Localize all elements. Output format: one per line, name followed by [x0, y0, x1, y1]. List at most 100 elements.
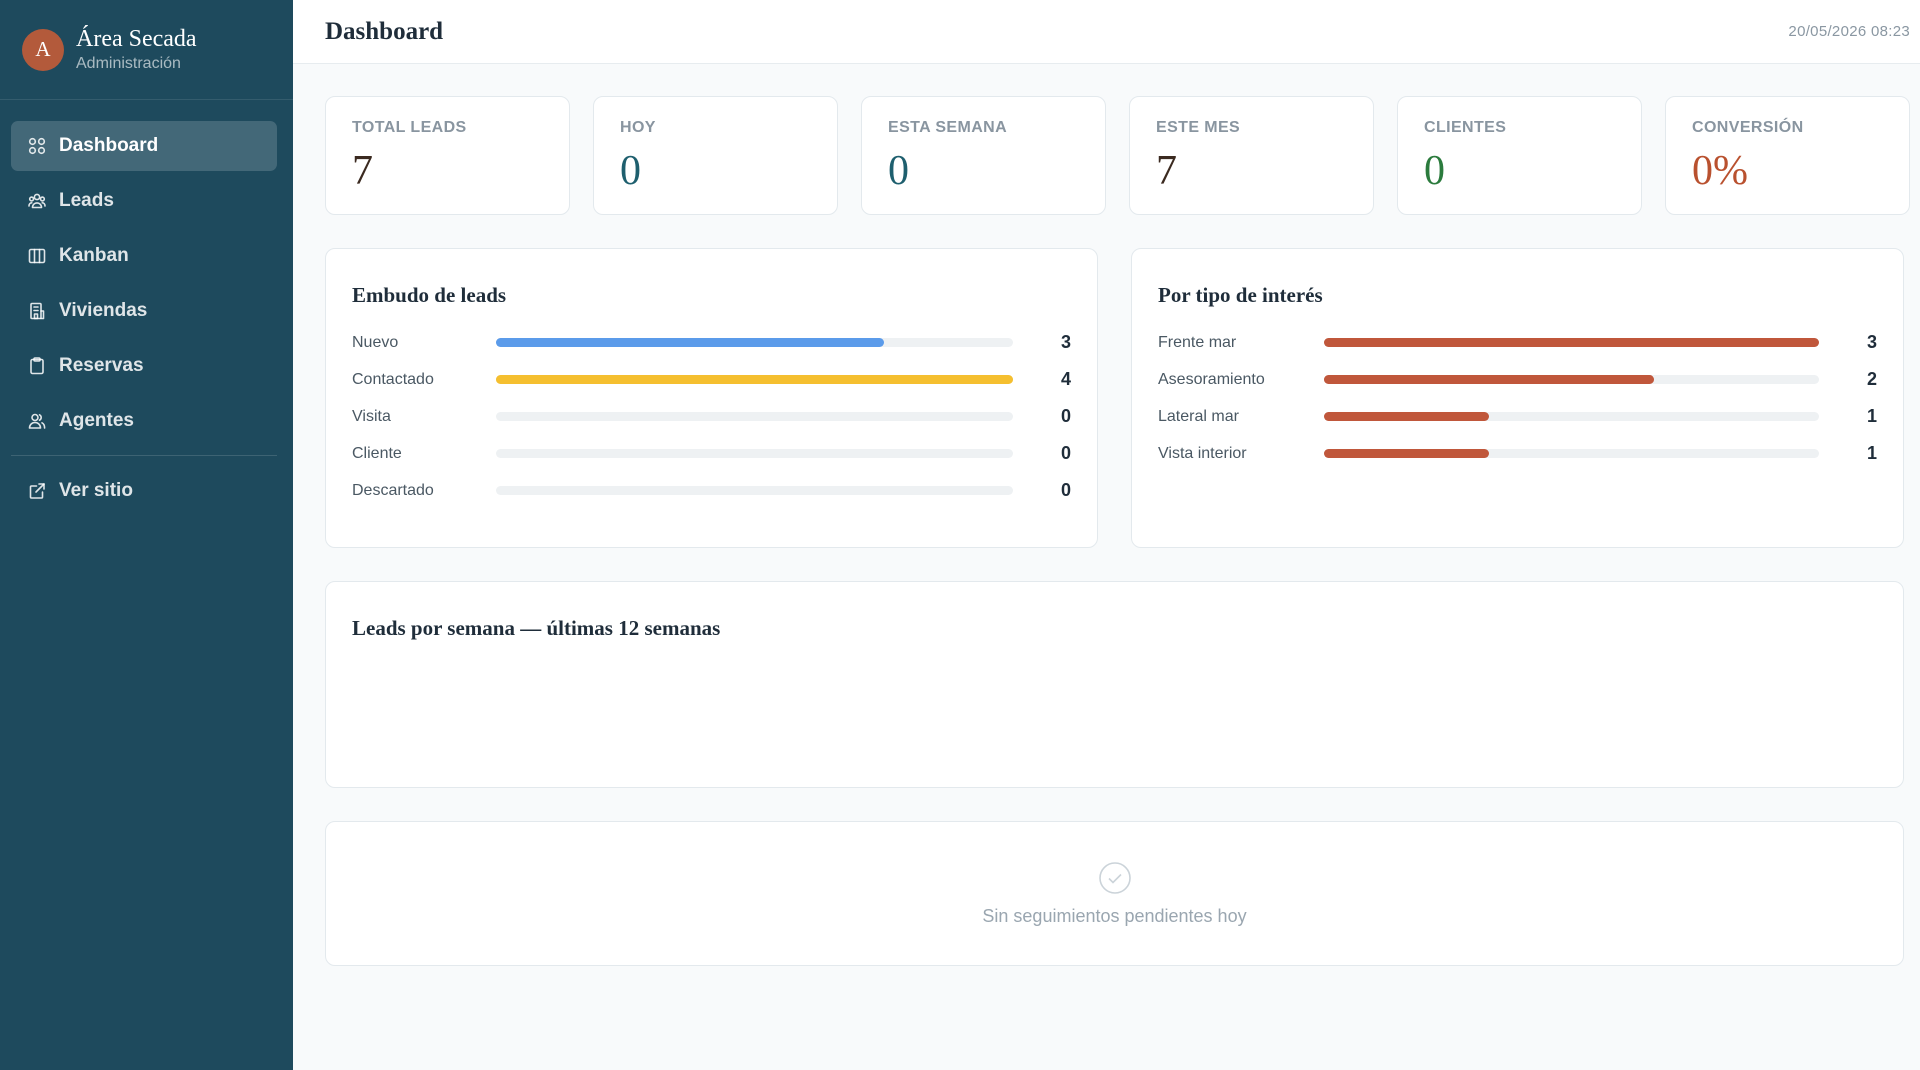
- funnel-title: Embudo de leads: [352, 283, 507, 307]
- building-icon: [27, 301, 47, 321]
- sidebar-item-kanban[interactable]: Kanban: [11, 231, 277, 281]
- bar-label: Contactado: [352, 370, 434, 388]
- brand-subtitle: Administración: [76, 55, 181, 72]
- funnel-row: Nuevo 3: [352, 324, 1071, 361]
- bar-label: Frente mar: [1158, 333, 1237, 351]
- brand-name: Área Secada: [76, 26, 197, 52]
- bar-track: [496, 412, 1013, 421]
- sidebar-item-label: Kanban: [59, 245, 129, 266]
- interest-row: Frente mar 3: [1158, 324, 1877, 361]
- sidebar-item-reservas[interactable]: Reservas: [11, 341, 277, 391]
- bar-fill: [496, 338, 884, 347]
- bar-track: [1324, 375, 1819, 384]
- bar-count: 4: [1060, 369, 1071, 389]
- check-circle-icon: [1097, 860, 1133, 896]
- bar-fill: [496, 375, 1013, 384]
- stat-label: ESTE MES: [1156, 119, 1241, 136]
- stat-value: 7: [1156, 148, 1177, 194]
- sidebar: A Área Secada Administración Dashboard L…: [0, 0, 293, 1070]
- bar-track: [1324, 338, 1819, 347]
- sidebar-item-leads[interactable]: Leads: [11, 176, 277, 226]
- stat-card-conversion: CONVERSIÓN 0%: [1665, 96, 1910, 215]
- stat-label: ESTA SEMANA: [888, 119, 1008, 136]
- interest-title: Por tipo de interés: [1158, 283, 1323, 307]
- bar-count: 0: [1060, 443, 1071, 463]
- followups-panel: Sin seguimientos pendientes hoy: [325, 821, 1904, 966]
- sidebar-item-label: Agentes: [59, 410, 134, 431]
- interest-row: Asesoramiento 2: [1158, 361, 1877, 398]
- stat-label: CLIENTES: [1424, 119, 1507, 136]
- avatar: A: [22, 28, 64, 71]
- bar-label: Asesoramiento: [1158, 370, 1265, 388]
- user-group-icon: [27, 411, 47, 431]
- dashboard-content: TOTAL LEADS 7 HOY 0 ESTA SEMANA 0 ESTE M…: [293, 64, 1920, 966]
- main-area: Dashboard 20/05/2026 08:23 TOTAL LEADS 7…: [293, 0, 1920, 1070]
- bar-fill: [1324, 338, 1819, 347]
- bar-fill: [1324, 375, 1654, 384]
- stat-value: 0: [888, 148, 909, 194]
- interest-row: Vista interior 1: [1158, 435, 1877, 472]
- bar-fill: [1324, 449, 1489, 458]
- topbar: Dashboard 20/05/2026 08:23: [293, 0, 1920, 64]
- sidebar-item-label: Reservas: [59, 355, 144, 376]
- stat-label: TOTAL LEADS: [352, 119, 467, 136]
- stats-row: TOTAL LEADS 7 HOY 0 ESTA SEMANA 0 ESTE M…: [325, 96, 1910, 215]
- page-title: Dashboard: [325, 17, 444, 45]
- sidebar-nav: Dashboard Leads Kanban Viviendas Reserva…: [0, 100, 293, 521]
- app-root: A Área Secada Administración Dashboard L…: [0, 0, 1920, 1070]
- current-datetime: 20/05/2026 08:23: [1788, 23, 1910, 40]
- bar-count: 0: [1060, 406, 1071, 426]
- users-icon: [27, 191, 47, 211]
- interest-row: Lateral mar 1: [1158, 398, 1877, 435]
- funnel-row: Descartado 0: [352, 472, 1071, 509]
- brand: A Área Secada Administración: [0, 0, 293, 100]
- stat-value: 7: [352, 148, 373, 194]
- weekly-title: Leads por semana — últimas 12 semanas: [352, 616, 721, 640]
- bar-label: Vista interior: [1158, 444, 1247, 462]
- sidebar-item-label: Viviendas: [59, 300, 148, 321]
- bar-count: 3: [1060, 332, 1071, 352]
- bar-count: 2: [1866, 369, 1877, 389]
- sidebar-item-label: Leads: [59, 190, 114, 211]
- funnel-panel: Embudo de leads Nuevo 3 Contactado 4 Vis…: [325, 248, 1098, 548]
- funnel-row: Cliente 0: [352, 435, 1071, 472]
- stat-label: CONVERSIÓN: [1692, 119, 1804, 136]
- bar-label: Descartado: [352, 481, 434, 499]
- sidebar-item-viviendas[interactable]: Viviendas: [11, 286, 277, 336]
- bar-track: [496, 486, 1013, 495]
- external-link-icon: [27, 481, 47, 501]
- funnel-row: Contactado 4: [352, 361, 1071, 398]
- sidebar-item-label: Dashboard: [59, 135, 159, 156]
- bar-label: Visita: [352, 407, 391, 425]
- stat-card-clientes: CLIENTES 0: [1397, 96, 1642, 215]
- clipboard-icon: [27, 356, 47, 376]
- bar-count: 1: [1866, 406, 1877, 426]
- panels-row: Embudo de leads Nuevo 3 Contactado 4 Vis…: [325, 248, 1910, 548]
- stat-value: 0: [1424, 148, 1445, 194]
- bar-label: Lateral mar: [1158, 407, 1239, 425]
- weekly-leads-panel: Leads por semana — últimas 12 semanas: [325, 581, 1904, 788]
- funnel-row: Visita 0: [352, 398, 1071, 435]
- sidebar-item-agentes[interactable]: Agentes: [11, 396, 277, 446]
- grid-icon: [27, 136, 47, 156]
- stat-card-hoy: HOY 0: [593, 96, 838, 215]
- interest-panel: Por tipo de interés Frente mar 3 Asesora…: [1131, 248, 1904, 548]
- bar-count: 3: [1866, 332, 1877, 352]
- stat-card-esta-semana: ESTA SEMANA 0: [861, 96, 1106, 215]
- stat-value: 0%: [1692, 148, 1748, 194]
- bar-label: Cliente: [352, 444, 402, 462]
- bar-track: [496, 375, 1013, 384]
- stat-card-este-mes: ESTE MES 7: [1129, 96, 1374, 215]
- bar-label: Nuevo: [352, 333, 399, 351]
- columns-icon: [27, 246, 47, 266]
- followups-empty-text: Sin seguimientos pendientes hoy: [982, 906, 1247, 926]
- sidebar-item-ver-sitio[interactable]: Ver sitio: [11, 466, 277, 516]
- stat-value: 0: [620, 148, 641, 194]
- bar-track: [496, 338, 1013, 347]
- sidebar-item-dashboard[interactable]: Dashboard: [11, 121, 277, 171]
- bar-track: [1324, 412, 1819, 421]
- bar-track: [1324, 449, 1819, 458]
- stat-card-total-leads: TOTAL LEADS 7: [325, 96, 570, 215]
- nav-divider: [11, 455, 277, 456]
- bar-fill: [1324, 412, 1489, 421]
